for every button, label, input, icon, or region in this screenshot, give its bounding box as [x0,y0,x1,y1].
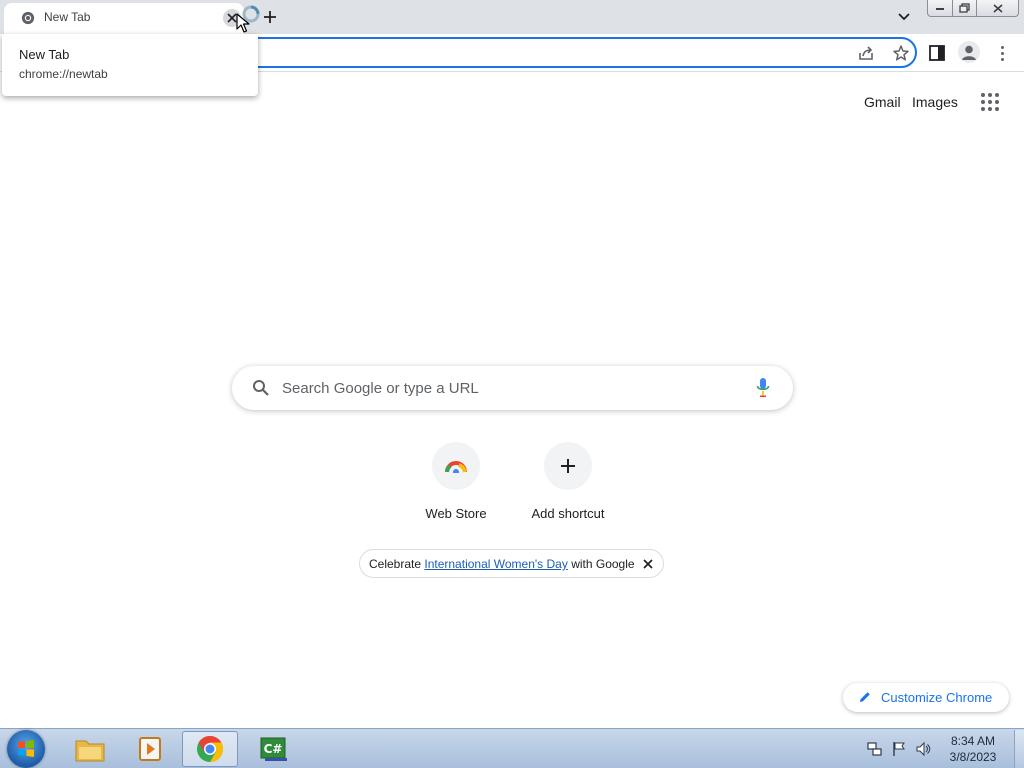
close-window-button[interactable] [977,0,1019,17]
share-icon[interactable] [857,44,875,62]
search-box [232,366,793,410]
minimize-button[interactable] [927,0,953,17]
clock-time[interactable]: 8:34 AM [944,734,1002,748]
profile-avatar-button[interactable] [958,41,980,63]
menu-dot-icon [1000,57,1004,61]
tab-strip: New Tab [0,0,1024,34]
network-icon[interactable] [867,741,883,757]
shortcut-label: Add shortcut [531,506,605,521]
action-center-flag-icon[interactable] [891,741,907,757]
chrome-icon [197,735,224,763]
bookmark-star-icon[interactable] [892,44,910,62]
gmail-link[interactable]: Gmail [864,94,901,110]
taskbar-file-explorer[interactable] [62,731,118,767]
chrome-favicon-icon [21,11,35,25]
plus-icon [561,459,575,473]
folder-icon [75,740,105,762]
svg-text:C#: C# [264,742,283,756]
pencil-icon [860,692,870,702]
shortcut-tile [544,442,592,490]
person-icon [962,45,976,60]
hover-card-title: New Tab [19,47,70,62]
shortcut-add[interactable]: Add shortcut [512,442,624,526]
restore-icon [958,3,970,13]
show-desktop-button[interactable] [1014,730,1024,768]
volume-icon[interactable] [915,741,931,757]
minimize-icon [936,8,944,10]
plus-icon [264,11,276,23]
tab-search-button[interactable] [894,7,914,27]
side-panel-icon[interactable] [928,44,946,62]
menu-dot-icon [1000,45,1004,49]
promo-text: Celebrate International Women's Day with… [369,557,635,571]
promo-suffix: with Google [567,557,635,571]
restore-button[interactable] [953,0,977,17]
web-store-icon [445,461,467,473]
csharp-icon: C# [260,737,287,761]
window-controls [927,0,1019,18]
tab-title: New Tab [44,10,91,24]
search-input[interactable] [282,376,742,400]
promo-link[interactable]: International Women's Day [424,557,567,571]
close-icon [992,3,1003,13]
clock-date[interactable]: 3/8/2023 [944,750,1002,764]
search-icon [253,380,269,396]
microphone-icon[interactable] [755,377,771,399]
taskbar-csharp-app[interactable]: C# [246,731,302,767]
new-tab-button[interactable] [259,6,281,28]
taskbar-media-player[interactable] [122,731,178,767]
taskbar-chrome[interactable] [182,731,238,767]
menu-dot-icon [1000,51,1004,55]
customize-chrome-button[interactable]: Customize Chrome [843,683,1009,712]
chevron-down-icon [898,13,910,21]
tab-new-tab[interactable]: New Tab [4,3,244,34]
promo-banner: Celebrate International Women's Day with… [359,549,664,578]
images-link[interactable]: Images [912,94,958,110]
close-icon[interactable] [642,558,654,570]
customize-chrome-label: Customize Chrome [881,690,993,705]
system-tray: 8:34 AM 3/8/2023 [864,729,1024,768]
apps-grid-icon [981,93,985,97]
shortcut-web-store[interactable]: Web Store [400,442,512,526]
promo-prefix: Celebrate [369,557,425,571]
taskbar: C# 8:34 AM 3/8/2023 [0,728,1024,768]
shortcut-tile [432,442,480,490]
mouse-cursor-icon [236,13,250,33]
hover-card-url: chrome://newtab [19,67,108,81]
start-button[interactable] [7,730,45,768]
tab-hover-card: New Tab chrome://newtab [2,34,258,96]
google-apps-button[interactable] [978,90,1002,114]
shortcut-label: Web Store [425,506,487,521]
chrome-menu-button[interactable] [994,43,1010,63]
screen: New Tab New Tab chrome://newtab Gmail Im… [0,0,1024,768]
windows-logo-icon [18,740,34,757]
media-player-icon [139,737,161,761]
